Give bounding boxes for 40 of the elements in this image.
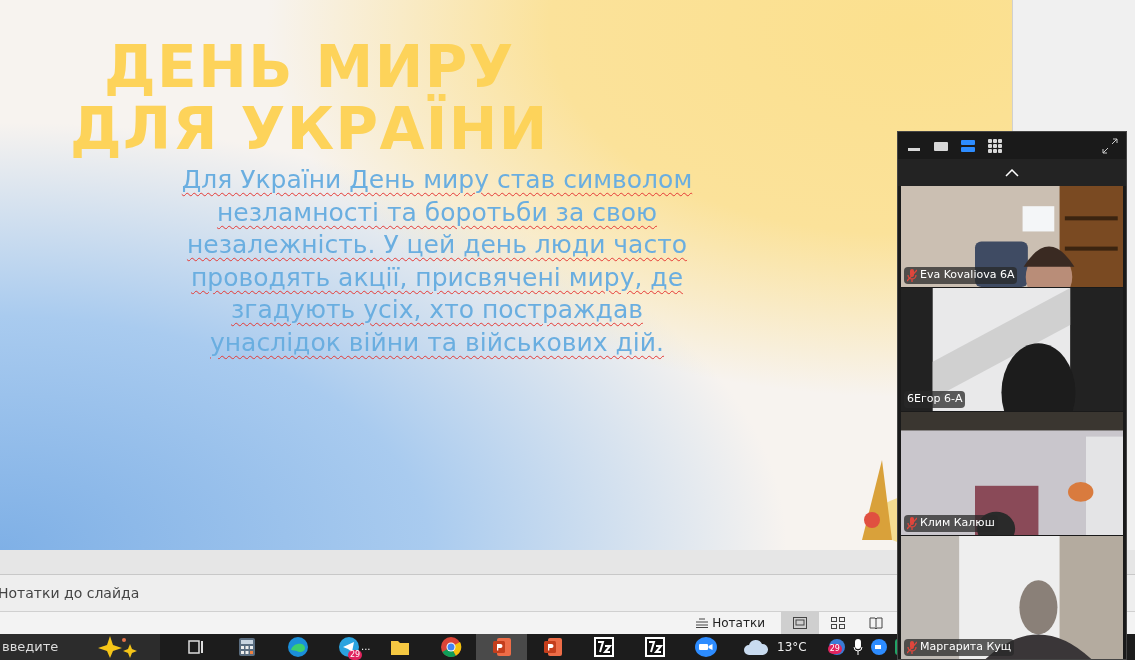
microphone-icon: [852, 639, 863, 655]
slide-body-line: незламності та боротьби за свою: [217, 196, 657, 229]
unread-badge: 29: [348, 650, 363, 660]
participant-name: 6Егор 6-А: [907, 391, 963, 408]
participant-name: Клим Калюш: [920, 515, 995, 532]
chrome-icon: [439, 636, 462, 658]
participant-name: Eva Kovaliova 6A: [920, 267, 1015, 284]
taskbar-app-button[interactable]: 29 ...: [323, 634, 374, 660]
taskbar-search-field[interactable]: введите: [0, 634, 160, 660]
notes-field[interactable]: Нотатки до слайда: [0, 575, 1133, 611]
grid-icon: [831, 617, 845, 629]
expand-icon: [1102, 137, 1118, 154]
slide-body-line: проводять акції, присвячені миру, де: [191, 261, 683, 294]
calculator-icon: [237, 637, 256, 657]
weather-temperature: 13°C: [777, 639, 807, 656]
stacked-tiles-icon: [960, 137, 976, 154]
slide-body-line: згадують усіх, хто постраждав: [231, 294, 643, 326]
slide-body-line: унаслідок війни та військових дій.: [210, 326, 664, 359]
normal-view-icon: [793, 617, 807, 629]
notes-icon: [696, 618, 709, 628]
grid-icon: [987, 137, 1003, 154]
search-field-text: введите: [2, 638, 59, 657]
chevron-up-icon: [1005, 168, 1019, 177]
slide-body-line: Для України День миру став символом: [181, 164, 693, 196]
cloud-icon: [743, 638, 769, 656]
paper-plane-icon: [337, 636, 360, 658]
tray-badge: 29: [827, 644, 842, 654]
task-view-icon: [186, 638, 205, 656]
minus-icon: [908, 148, 920, 151]
video-call-app-icon: [693, 636, 718, 658]
more-indicator: ...: [361, 640, 371, 654]
video-call-tray-icon: [870, 639, 887, 655]
presentation-app-icon: [490, 636, 513, 658]
book-icon: [869, 617, 883, 629]
presentation-app-icon: [541, 636, 564, 658]
normal-view-button[interactable]: [781, 612, 819, 634]
participant-name: Маргарита Кущ: [920, 639, 1012, 656]
notes-button[interactable]: Нотатки: [688, 612, 773, 634]
slide-body-line: незалежність. У цей день люди часто: [186, 229, 688, 261]
browser-swirl-icon: [286, 636, 309, 658]
